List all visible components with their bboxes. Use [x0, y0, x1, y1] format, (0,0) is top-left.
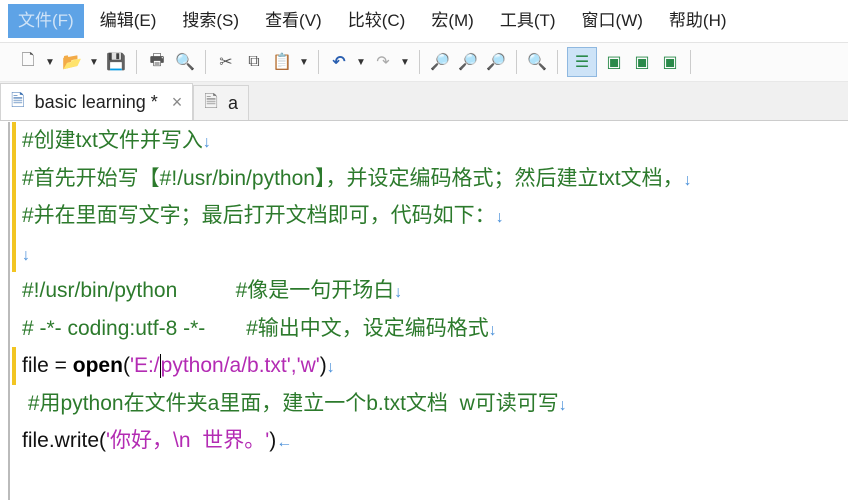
text-file-icon: 🗎: [204, 91, 218, 111]
undo-icon[interactable]: ↶: [328, 51, 350, 73]
tab-bar: 🗎 basic learning * × 🗎 a: [0, 82, 848, 121]
line-end-arrow-icon: ↓: [683, 171, 692, 189]
code-token: file =: [22, 354, 73, 377]
prev-bookmark-icon[interactable]: ▣: [659, 51, 681, 73]
code-token: file.write(: [22, 429, 107, 452]
word-wrap-icon[interactable]: ☰: [567, 47, 597, 77]
code-line: file.write('你好，\n 世界。')←: [10, 422, 848, 460]
find-in-files-icon[interactable]: 🔍: [526, 51, 548, 73]
line-end-arrow-icon: ↓: [558, 396, 567, 414]
menu-item[interactable]: 文件(F): [8, 4, 84, 38]
new-dropdown-icon[interactable]: ▼: [45, 51, 55, 73]
separator: [318, 50, 319, 74]
redo-dropdown-icon[interactable]: ▼: [400, 51, 410, 73]
line-end-arrow-icon: ↓: [22, 246, 30, 264]
code-token: open: [72, 354, 123, 377]
menu-item[interactable]: 宏(M): [421, 4, 483, 38]
menu-bar: 文件(F) 编辑(E) 搜索(S) 查看(V) 比较(C) 宏(M) 工具(T) 窗口(W) 帮…: [0, 0, 848, 43]
separator: [557, 50, 558, 74]
line-end-arrow-icon: ↓: [326, 359, 335, 376]
code-token: #!/usr/bin/python #像是一句开场白: [22, 279, 395, 302]
find-icon[interactable]: 🔎: [429, 51, 451, 73]
separator: [419, 50, 420, 74]
open-dropdown-icon[interactable]: ▼: [89, 51, 99, 73]
code-token: ): [319, 354, 327, 377]
separator: [516, 50, 517, 74]
separator: [205, 50, 206, 74]
print-preview-icon[interactable]: 🔍: [174, 51, 196, 73]
code-editor[interactable]: #创建txt文件并写入↓ #首先开始写【#!/usr/bin/python】，并设…: [8, 122, 848, 500]
separator: [690, 50, 691, 74]
redo-icon[interactable]: ↷: [372, 51, 394, 73]
code-token: python/a/b.txt','w': [160, 354, 320, 377]
menu-item[interactable]: 查看(V): [255, 4, 332, 38]
bookmark-icon[interactable]: ▣: [603, 51, 625, 73]
menu-item[interactable]: 帮助(H): [659, 4, 737, 38]
code-line: # -*- coding:utf-8 -*- #输出中文，设定编码格式↓: [10, 310, 848, 348]
code-token: #并在里面写文字；最后打开文档即可，代码如下：: [22, 204, 496, 227]
menu-item[interactable]: 搜索(S): [172, 4, 249, 38]
code-token: 'E:/: [129, 354, 160, 377]
paste-dropdown-icon[interactable]: ▼: [299, 51, 309, 73]
code-token: #用python在文件夹a里面，建立一个b.txt文档 w可读可写: [22, 391, 559, 415]
menu-item[interactable]: 窗口(W): [572, 4, 653, 38]
code-line: #!/usr/bin/python #像是一句开场白↓: [10, 272, 848, 310]
code-line: file = open('E:/python/a/b.txt','w')↓: [10, 347, 848, 385]
separator: [136, 50, 137, 74]
code-line: #创建txt文件并写入↓: [10, 122, 848, 160]
code-token: '你好，\n 世界。': [106, 429, 270, 452]
tab-a[interactable]: 🗎 a: [193, 85, 249, 120]
python-file-icon: 🗎: [11, 90, 25, 110]
line-end-arrow-icon: ↓: [394, 284, 403, 301]
tab-label: a: [227, 92, 238, 113]
line-end-arrow-icon: ↓: [202, 134, 211, 151]
cut-icon[interactable]: ✂: [215, 51, 237, 73]
print-icon[interactable]: 🖶: [146, 51, 168, 73]
open-folder-icon[interactable]: 📂: [61, 51, 83, 73]
line-end-arrow-icon: ←: [276, 434, 293, 451]
close-tab-icon[interactable]: ×: [172, 92, 183, 113]
tab-basic-learning[interactable]: 🗎 basic learning * ×: [0, 83, 194, 120]
save-icon[interactable]: 💾: [105, 51, 127, 73]
menu-item[interactable]: 工具(T): [490, 4, 566, 38]
code-token: # -*- coding:utf-8 -*- #输出中文，设定编码格式: [22, 316, 489, 340]
line-end-arrow-icon: ↓: [488, 321, 497, 339]
next-bookmark-icon[interactable]: ▣: [631, 51, 653, 73]
code-token: #首先开始写【#!/usr/bin/python】，并设定编码格式；然后建立tx…: [22, 166, 684, 190]
menu-item[interactable]: 比较(C): [338, 4, 416, 38]
line-end-arrow-icon: ↓: [495, 209, 504, 226]
code-line: ↓: [10, 234, 848, 273]
code-line: #并在里面写文字；最后打开文档即可，代码如下：↓: [10, 197, 848, 235]
code-line: #用python在文件夹a里面，建立一个b.txt文档 w可读可写↓: [10, 385, 848, 423]
menu-item[interactable]: 编辑(E): [90, 4, 167, 38]
undo-dropdown-icon[interactable]: ▼: [356, 51, 366, 73]
find-prev-icon[interactable]: 🔎: [485, 51, 507, 73]
code-token: #创建txt文件并写入: [22, 129, 203, 152]
find-next-icon[interactable]: 🔎: [457, 51, 479, 73]
paste-icon[interactable]: 📋: [271, 51, 293, 73]
copy-icon[interactable]: ⧉: [243, 51, 265, 73]
code-token: (: [122, 354, 130, 377]
tab-label: basic learning *: [34, 91, 158, 112]
new-file-icon[interactable]: 🗋: [17, 51, 39, 73]
toolbar: 🗋 ▼ 📂 ▼ 💾 🖶 🔍 ✂ ⧉ 📋 ▼ ↶ ▼ ↷ ▼ 🔎 🔎 🔎 🔍 ☰ ▣ ▣ ▣: [0, 43, 848, 82]
code-line: #首先开始写【#!/usr/bin/python】，并设定编码格式；然后建立tx…: [10, 159, 848, 198]
